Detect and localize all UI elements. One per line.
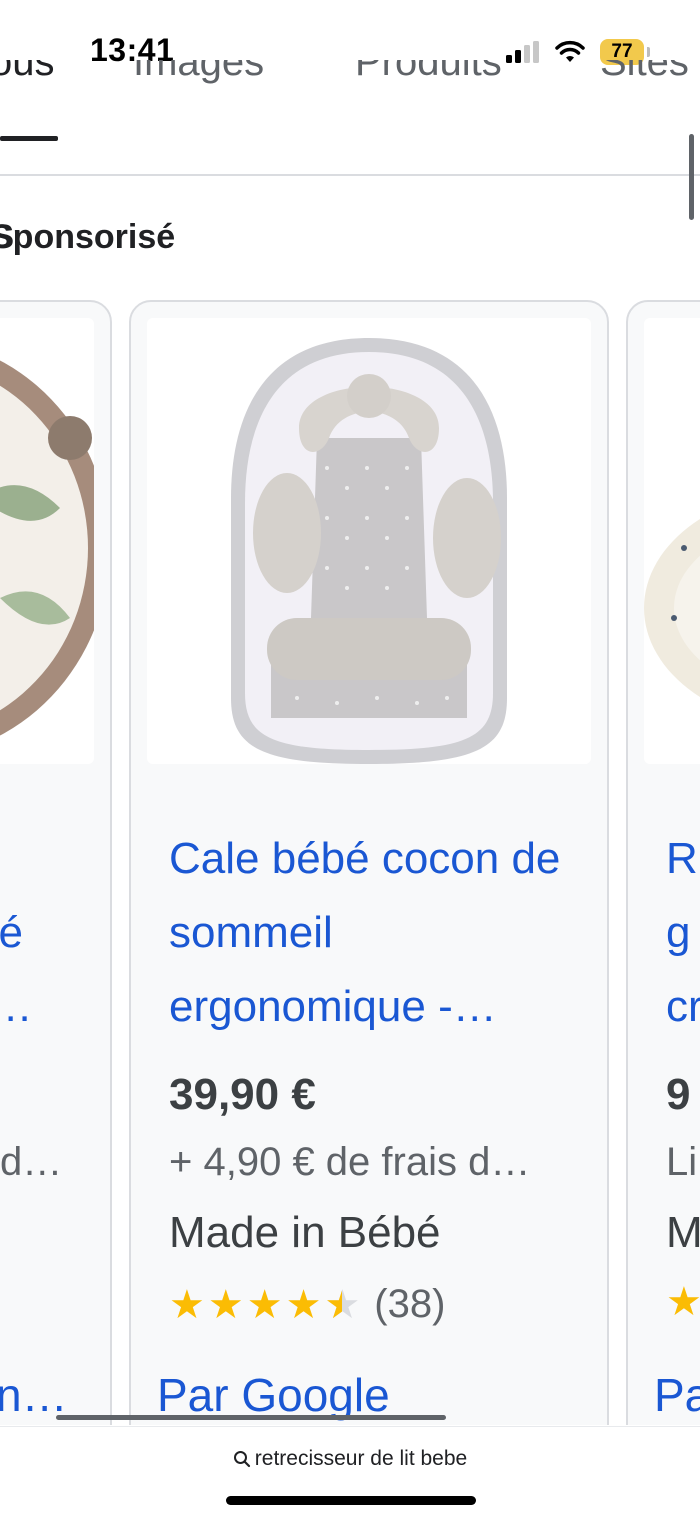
- active-tab-indicator: [0, 136, 58, 141]
- product-shipping-left: d…: [0, 1140, 63, 1184]
- star-icon: ★: [246, 1282, 283, 1327]
- tab-images[interactable]: Images: [133, 60, 264, 85]
- address-text: retrecisseur de lit bebe: [254, 1447, 468, 1470]
- sponsored-heading: SSponsorisé: [0, 218, 175, 257]
- product-shipping-right: Li: [666, 1140, 698, 1184]
- star-icon: ★: [169, 1282, 205, 1327]
- product-price-right: 9: [666, 1070, 691, 1119]
- home-indicator[interactable]: [226, 1496, 476, 1505]
- star-icon: ★: [285, 1282, 322, 1327]
- vertical-scrollbar[interactable]: [689, 134, 694, 220]
- product-store-right: M: [666, 1208, 700, 1257]
- tabs-divider: [0, 174, 700, 176]
- product-title-left[interactable]: - bé r…: [0, 822, 110, 1044]
- review-count: (38): [374, 1282, 446, 1326]
- search-icon: [233, 1451, 250, 1468]
- search-tabs: Tous Images Produits Sites: [0, 60, 700, 175]
- rating-stars: ★ ★ ★ ★ ★★: [169, 1285, 360, 1325]
- tab-sites[interactable]: Sites: [600, 60, 689, 85]
- product-image-right: [644, 318, 700, 764]
- sponsored-label: Sponsorisé: [0, 218, 176, 256]
- tab-all[interactable]: Tous: [0, 60, 55, 85]
- product-carousel: - bé r… d… n…: [0, 300, 700, 1425]
- by-google-link[interactable]: Par Google: [157, 1368, 390, 1422]
- star-icon: ★: [666, 1280, 700, 1324]
- by-google-link-right[interactable]: Pa: [654, 1368, 700, 1422]
- product-store: Made in Bébé: [169, 1208, 441, 1257]
- product-card-left[interactable]: - bé r… d… n…: [0, 300, 112, 1425]
- product-card[interactable]: Cale bébé cocon de sommeil ergonomique -…: [129, 300, 609, 1425]
- by-google-link-left[interactable]: n…: [0, 1368, 68, 1422]
- product-shipping: + 4,90 € de frais d…: [169, 1140, 531, 1184]
- address-bar[interactable]: retrecisseur de lit bebe: [0, 1447, 700, 1471]
- product-title[interactable]: Cale bébé cocon de sommeil ergonomique -…: [169, 822, 589, 1044]
- carousel-scrollbar[interactable]: [56, 1415, 446, 1420]
- product-image: [147, 318, 591, 764]
- half-star-icon: ★★: [324, 1282, 361, 1327]
- star-icon: ★: [207, 1282, 244, 1327]
- browser-bottom-bar: retrecisseur de lit bebe: [0, 1426, 700, 1520]
- product-image-left: [0, 318, 94, 764]
- product-price: 39,90 €: [169, 1070, 316, 1119]
- product-card-right[interactable]: R g cr 9 Li M ★ Pa: [626, 300, 700, 1425]
- product-title-right[interactable]: R g cr: [666, 822, 700, 1044]
- product-rating: ★ ★ ★ ★ ★★ (38): [169, 1282, 445, 1327]
- tab-products[interactable]: Produits: [355, 60, 502, 85]
- product-rating-right: ★: [666, 1282, 700, 1322]
